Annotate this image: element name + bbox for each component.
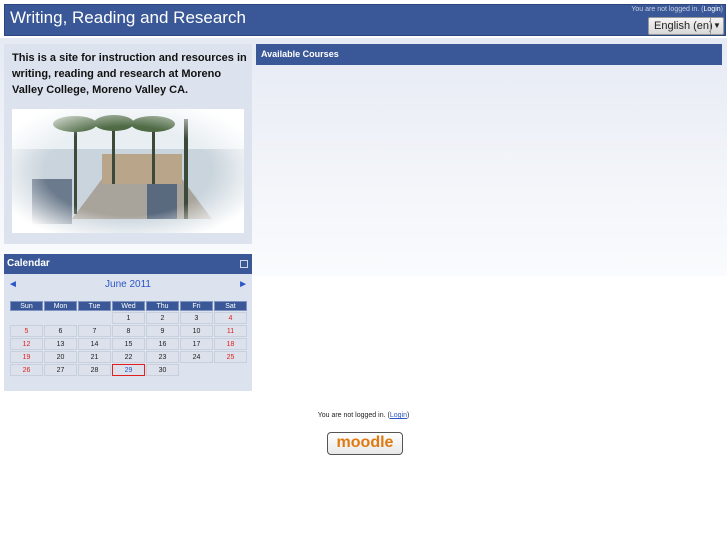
login-info: You are not logged in. (Login) [631, 6, 723, 13]
calendar-day[interactable]: 12 [10, 338, 43, 350]
weekday-header: Wed [112, 301, 145, 311]
calendar-day[interactable]: 9 [146, 325, 179, 337]
language-value: English (en) [654, 20, 713, 32]
calendar-day[interactable]: 26 [10, 364, 43, 376]
calendar-grid: Sun Mon Tue Wed Thu Fri Sat 1 2 3 4 5 6 7 8 9 10 11 12 13 14… [9, 300, 248, 377]
prev-month-button[interactable]: ◄ [8, 279, 18, 290]
weekday-header: Sun [10, 301, 43, 311]
calendar-day[interactable]: 24 [180, 351, 213, 363]
calendar-week: 26 27 28 29 30 [10, 364, 247, 376]
calendar-day[interactable]: 3 [180, 312, 213, 324]
empty-day [10, 312, 43, 324]
next-month-button[interactable]: ► [238, 279, 248, 290]
weekday-header: Fri [180, 301, 213, 311]
calendar-header: Calendar [4, 254, 252, 274]
paren: ) [720, 6, 723, 13]
calendar-day[interactable]: 23 [146, 351, 179, 363]
calendar-day[interactable]: 8 [112, 325, 145, 337]
site-summary-block: This is a site for instruction and resou… [4, 44, 252, 244]
chevron-down-icon[interactable]: ▼ [710, 18, 723, 34]
calendar-title: Calendar [7, 258, 50, 269]
calendar-day[interactable]: 4 [214, 312, 247, 324]
weekday-header: Sat [214, 301, 247, 311]
calendar-day[interactable]: 21 [78, 351, 111, 363]
calendar-day[interactable]: 13 [44, 338, 77, 350]
language-select[interactable]: English (en) ▼ [648, 17, 724, 35]
calendar-day[interactable]: 2 [146, 312, 179, 324]
empty-day [44, 312, 77, 324]
footer-login-link[interactable]: Login [390, 412, 407, 419]
calendar-week: 12 13 14 15 16 17 18 [10, 338, 247, 350]
calendar-week: 1234 [10, 312, 247, 324]
calendar-day[interactable]: 25 [214, 351, 247, 363]
empty-day [214, 364, 247, 376]
calendar-day[interactable]: 16 [146, 338, 179, 350]
site-title: Writing, Reading and Research [10, 8, 246, 27]
calendar-day[interactable]: 14 [78, 338, 111, 350]
moodle-logo[interactable]: moodle [327, 432, 403, 455]
weekday-header: Thu [146, 301, 179, 311]
calendar-day[interactable]: 7 [78, 325, 111, 337]
calendar-day[interactable]: 11 [214, 325, 247, 337]
footer-status-text: You are not logged in. ( [317, 412, 390, 419]
calendar-nav: ◄ June 2011 ► [4, 274, 252, 294]
calendar-day[interactable]: 18 [214, 338, 247, 350]
empty-day [180, 364, 213, 376]
calendar-day[interactable]: 19 [10, 351, 43, 363]
calendar-day[interactable]: 10 [180, 325, 213, 337]
campus-photo [12, 109, 244, 233]
footer-login-info: You are not logged in. (Login) [0, 412, 727, 419]
site-summary-text: This is a site for instruction and resou… [12, 52, 247, 96]
calendar-day[interactable]: 20 [44, 351, 77, 363]
available-courses-header: Available Courses [256, 44, 722, 65]
calendar-day[interactable]: 1 [112, 312, 145, 324]
calendar-month-link[interactable]: June 2011 [105, 279, 151, 290]
weekday-header: Tue [78, 301, 111, 311]
calendar-day[interactable]: 28 [78, 364, 111, 376]
calendar-day[interactable]: 29 [112, 364, 145, 376]
calendar-week: 5 6 7 8 9 10 11 [10, 325, 247, 337]
calendar-day[interactable]: 17 [180, 338, 213, 350]
calendar-day[interactable]: 15 [112, 338, 145, 350]
calendar-day[interactable]: 27 [44, 364, 77, 376]
collapse-icon[interactable] [240, 260, 248, 268]
calendar-day[interactable]: 22 [112, 351, 145, 363]
calendar-day[interactable]: 6 [44, 325, 77, 337]
calendar-day[interactable]: 30 [146, 364, 179, 376]
empty-day [78, 312, 111, 324]
calendar-week: 19 20 21 22 23 24 25 [10, 351, 247, 363]
page-header: Writing, Reading and Research You are no… [4, 4, 726, 36]
login-status-text: You are not logged in. ( [631, 6, 704, 13]
paren: ) [406, 412, 410, 419]
login-link[interactable]: Login [704, 6, 721, 13]
calendar-day[interactable]: 5 [10, 325, 43, 337]
calendar-block: Calendar ◄ June 2011 ► Sun Mon Tue Wed Thu Fr… [4, 254, 252, 391]
weekday-header: Mon [44, 301, 77, 311]
